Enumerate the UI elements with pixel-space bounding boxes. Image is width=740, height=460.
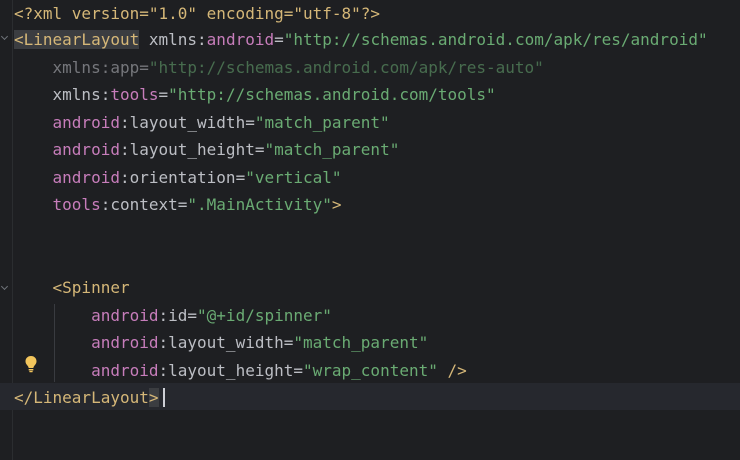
code-line[interactable]: <?xml version="1.0" encoding="utf-8"?> bbox=[14, 0, 380, 27]
code-token: :layout_width= bbox=[158, 333, 294, 352]
code-editor[interactable]: <?xml version="1.0" encoding="utf-8"?> <L… bbox=[0, 0, 740, 460]
code-line[interactable]: xmlns:tools="http://schemas.android.com/… bbox=[14, 81, 496, 108]
code-line[interactable]: xmlns:app="http://schemas.android.com/ap… bbox=[14, 54, 544, 81]
code-token: <Spinner bbox=[14, 278, 130, 297]
code-token: > bbox=[331, 195, 342, 214]
code-token: </LinearLayout bbox=[14, 388, 149, 407]
code-line[interactable]: android:layout_height="wrap_content" /> bbox=[14, 357, 467, 384]
code-token: "vertical" bbox=[245, 168, 342, 187]
code-token: /> bbox=[437, 361, 467, 380]
code-token: ".MainActivity" bbox=[187, 195, 332, 214]
code-token: <?xml version="1.0" encoding="utf-8"?> bbox=[14, 4, 381, 23]
code-line[interactable]: android:layout_height="match_parent" bbox=[14, 136, 400, 163]
lightbulb-icon[interactable] bbox=[24, 355, 38, 373]
code-token: tools bbox=[110, 85, 159, 104]
code-token: android bbox=[14, 113, 120, 132]
code-line[interactable]: android:layout_width="match_parent" bbox=[14, 109, 390, 136]
code-token: = bbox=[158, 85, 169, 104]
code-line[interactable]: android:layout_width="match_parent" bbox=[14, 329, 428, 356]
code-token: = bbox=[274, 30, 284, 49]
code-token: xmlns: bbox=[139, 30, 207, 49]
code-line[interactable]: <LinearLayout xmlns:android="http://sche… bbox=[14, 26, 708, 53]
code-token: :context= bbox=[100, 195, 188, 214]
code-token: android bbox=[14, 140, 120, 159]
text-caret bbox=[163, 388, 165, 407]
code-token: "match_parent" bbox=[293, 333, 429, 352]
code-token: "http://schemas.android.com/apk/res-auto… bbox=[148, 58, 544, 77]
code-token: "wrap_content" bbox=[303, 361, 438, 380]
code-line[interactable]: android:orientation="vertical" bbox=[14, 164, 342, 191]
code-token: xmlns: bbox=[14, 85, 111, 104]
code-token: android bbox=[206, 30, 275, 49]
code-token: tools bbox=[14, 195, 101, 214]
code-line[interactable]: </LinearLayout> bbox=[14, 384, 159, 411]
code-token: :layout_height= bbox=[158, 361, 304, 380]
code-token: android bbox=[14, 333, 159, 352]
code-token: "http://schemas.android.com/apk/res/andr… bbox=[283, 30, 708, 49]
code-token: :id= bbox=[158, 306, 198, 325]
code-token: "http://schemas.android.com/tools" bbox=[168, 85, 496, 104]
code-token: :layout_height= bbox=[119, 140, 265, 159]
fold-arrow-icon[interactable] bbox=[1, 34, 9, 42]
code-token: "match_parent" bbox=[254, 113, 390, 132]
code-token: :orientation= bbox=[119, 168, 246, 187]
fold-arrow-icon[interactable] bbox=[1, 284, 9, 292]
code-token: :layout_width= bbox=[119, 113, 255, 132]
code-token: android bbox=[14, 306, 159, 325]
code-line[interactable]: android:id="@+id/spinner" bbox=[14, 302, 332, 329]
code-line[interactable]: <Spinner bbox=[14, 274, 130, 301]
code-token: xmlns:app= bbox=[14, 58, 149, 77]
code-line[interactable]: tools:context=".MainActivity"> bbox=[14, 191, 342, 218]
code-token: android bbox=[14, 168, 120, 187]
code-token: "match_parent" bbox=[264, 140, 400, 159]
code-token: "@+id/spinner" bbox=[197, 306, 332, 325]
code-token: > bbox=[148, 388, 159, 407]
code-token: <LinearLayout bbox=[14, 30, 140, 49]
